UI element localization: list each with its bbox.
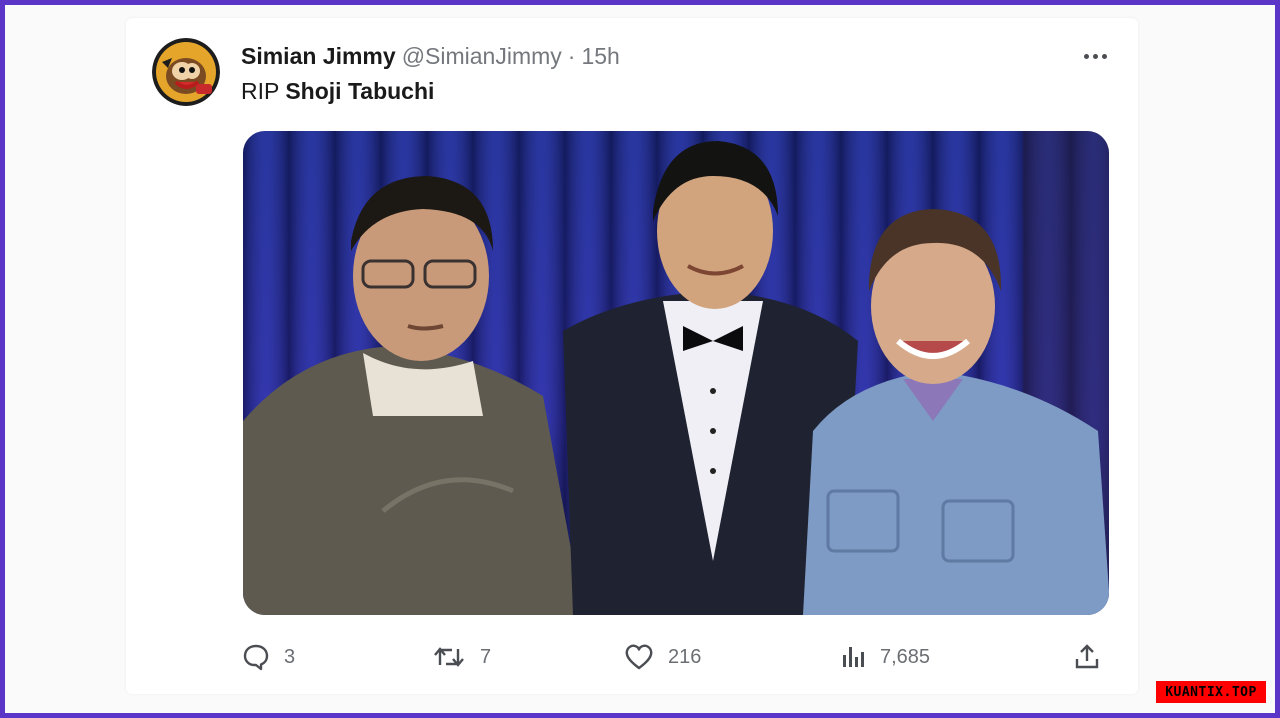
display-name[interactable]: Simian Jimmy xyxy=(241,43,396,70)
timestamp[interactable]: 15h xyxy=(581,43,619,70)
like-button[interactable]: 216 xyxy=(624,640,701,674)
share-button[interactable] xyxy=(1073,640,1101,674)
more-options-button[interactable] xyxy=(1078,44,1112,68)
reply-count: 3 xyxy=(284,645,296,668)
share-icon xyxy=(1075,644,1099,669)
retweet-icon xyxy=(434,647,464,667)
views-button[interactable]: 7,685 xyxy=(840,640,930,674)
views-count: 7,685 xyxy=(880,645,931,668)
heart-icon xyxy=(625,644,653,670)
watermark-label: KUANTIX.TOP xyxy=(1156,681,1266,703)
tweet-header: Simian Jimmy @SimianJimmy · 15h xyxy=(241,40,620,72)
like-count: 216 xyxy=(668,645,702,668)
more-icon-dot xyxy=(1092,53,1098,59)
profile-avatar[interactable] xyxy=(152,38,220,106)
tweet-text: RIP Shoji Tabuchi xyxy=(241,78,434,105)
retweet-count: 7 xyxy=(480,645,492,668)
retweet-button[interactable]: 7 xyxy=(432,640,491,674)
user-handle[interactable]: @SimianJimmy xyxy=(402,43,562,70)
more-icon-dot xyxy=(1101,53,1107,59)
photo-illustration xyxy=(243,131,1109,615)
separator-dot: · xyxy=(567,42,576,69)
avatar-cartoon-icon xyxy=(152,38,220,106)
bar-chart-icon xyxy=(843,647,864,667)
tweet-text-name: Shoji Tabuchi xyxy=(285,78,435,104)
reply-button[interactable]: 3 xyxy=(242,640,295,674)
reply-icon xyxy=(243,644,269,671)
tweet-photo[interactable] xyxy=(243,131,1109,615)
more-icon xyxy=(1083,53,1089,59)
tweet-text-prefix: RIP xyxy=(241,78,279,104)
